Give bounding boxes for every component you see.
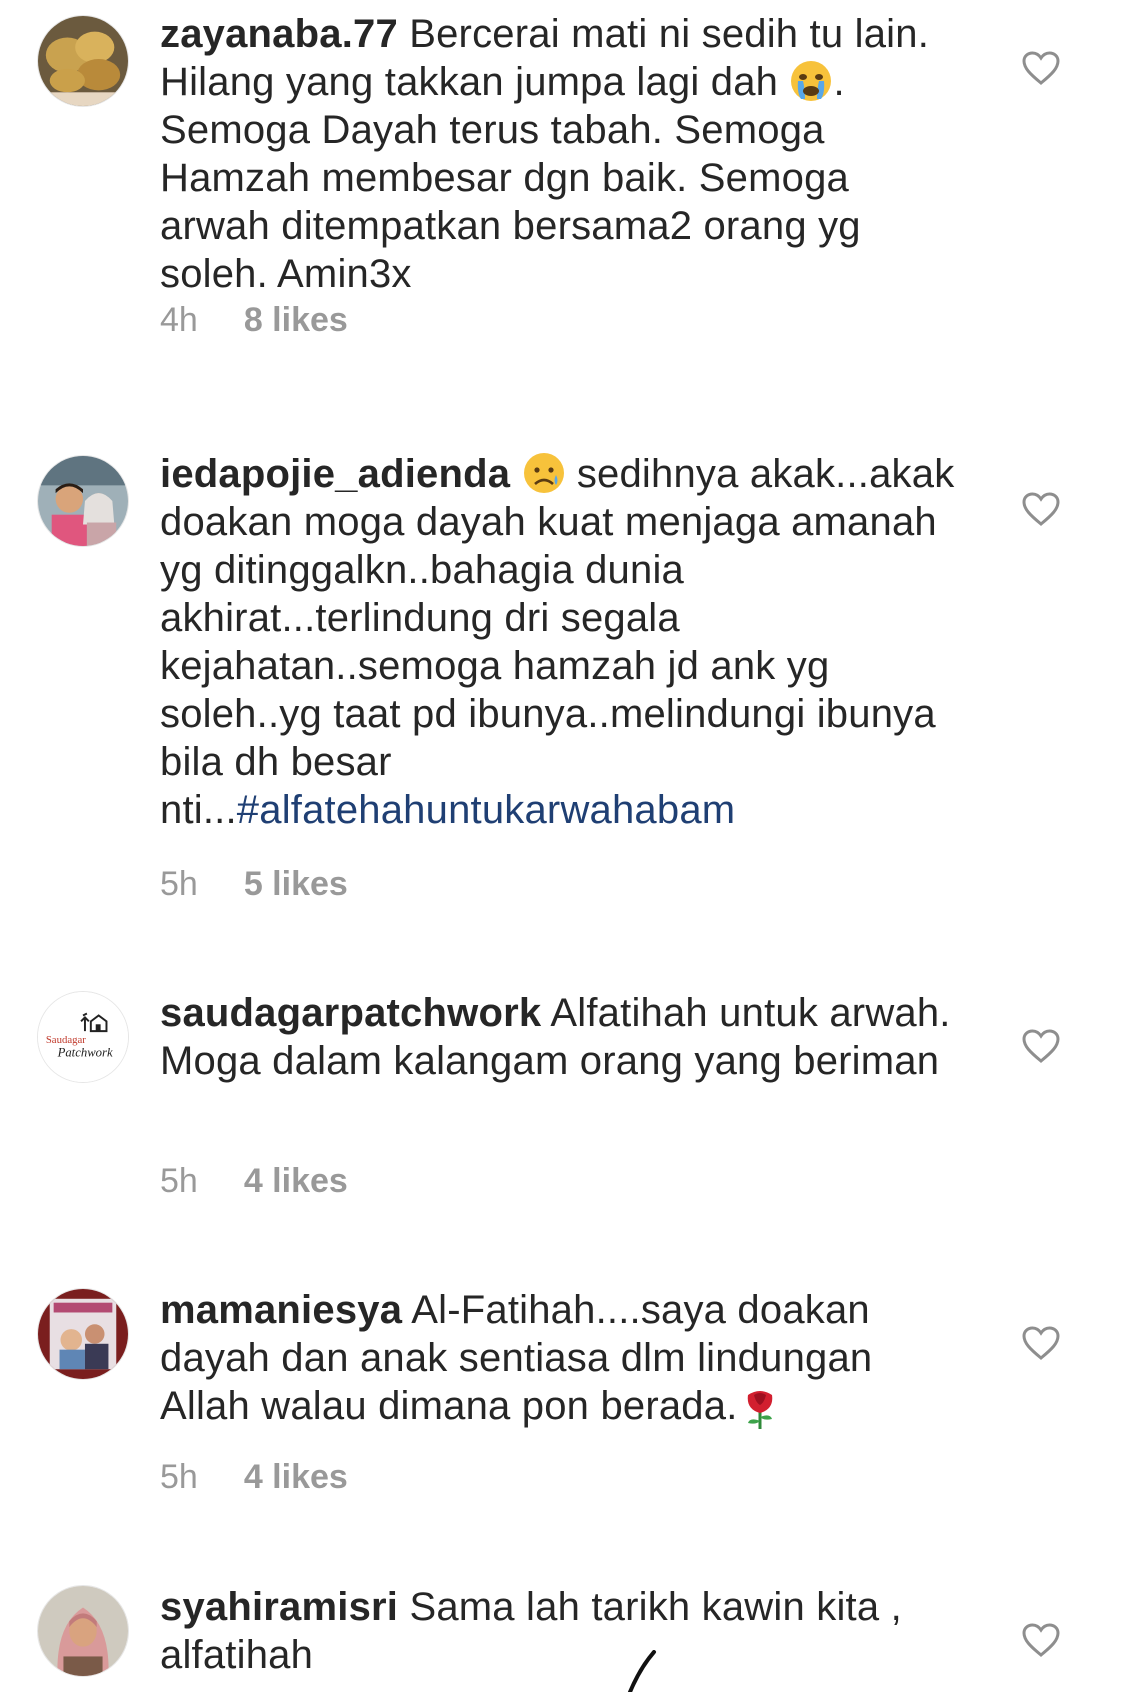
comment-username[interactable]: zayanaba.77 — [160, 12, 398, 56]
comment-meta: 5h 5 likes — [160, 864, 348, 904]
comment-text: saudagarpatchwork Alfatihah untuk arwah.… — [160, 989, 960, 1085]
comment-text: syahiramisri Sama lah tarikh kawin kita … — [160, 1583, 960, 1679]
heart-outline-icon[interactable] — [1021, 1325, 1061, 1361]
sad-face-icon — [523, 453, 564, 493]
comment-likes[interactable]: 4 likes — [244, 1458, 348, 1496]
heart-outline-icon[interactable] — [1021, 1028, 1061, 1064]
comment-time: 5h — [160, 865, 198, 903]
avatar-image — [38, 456, 128, 546]
comment-body: sedihnya akak...akak doakan moga dayah k… — [160, 452, 955, 832]
comment-likes[interactable]: 8 likes — [244, 301, 348, 339]
avatar-image — [38, 16, 128, 106]
comment-meta: 5h 4 likes — [160, 1161, 348, 1201]
svg-text:Patchwork: Patchwork — [57, 1046, 113, 1060]
svg-text:Saudagar: Saudagar — [46, 1034, 86, 1046]
comment-username[interactable]: iedapojie_adienda — [160, 452, 510, 496]
avatar[interactable] — [37, 1585, 129, 1677]
comment-meta: 5h 4 likes — [160, 1457, 348, 1497]
comment-text: mamaniesya Al-Fatihah....saya doakan day… — [160, 1286, 960, 1430]
avatar[interactable] — [37, 1288, 129, 1380]
comment-username[interactable]: syahiramisri — [160, 1585, 398, 1629]
comment-text: iedapojie_adienda sedihnya akak...akak d… — [160, 450, 960, 834]
comment-meta: 4h 8 likes — [160, 300, 348, 340]
avatar-image — [38, 1289, 128, 1379]
heart-outline-icon[interactable] — [1021, 50, 1061, 86]
saudagar-patchwork-logo: Saudagar Patchwork — [38, 992, 128, 1082]
comment-time: 5h — [160, 1162, 198, 1200]
comment-username[interactable]: saudagarpatchwork — [160, 991, 541, 1035]
comment-username[interactable]: mamaniesya — [160, 1288, 402, 1332]
crying-face-icon — [791, 61, 832, 101]
comment-text: zayanaba.77 Bercerai mati ni sedih tu la… — [160, 10, 960, 298]
pen-stroke-mark — [628, 1650, 656, 1692]
rose-icon — [747, 1391, 772, 1429]
comment-time: 5h — [160, 1458, 198, 1496]
avatar-image — [38, 1586, 128, 1676]
comment-time: 4h — [160, 301, 198, 339]
comment-likes[interactable]: 5 likes — [244, 865, 348, 903]
avatar[interactable] — [37, 455, 129, 547]
comment-likes[interactable]: 4 likes — [244, 1162, 348, 1200]
avatar[interactable] — [37, 15, 129, 107]
heart-outline-icon[interactable] — [1021, 1622, 1061, 1658]
comment-hashtag[interactable]: #alfatehahuntukarwahabam — [237, 788, 736, 832]
avatar[interactable]: Saudagar Patchwork — [37, 991, 129, 1083]
heart-outline-icon[interactable] — [1021, 491, 1061, 527]
